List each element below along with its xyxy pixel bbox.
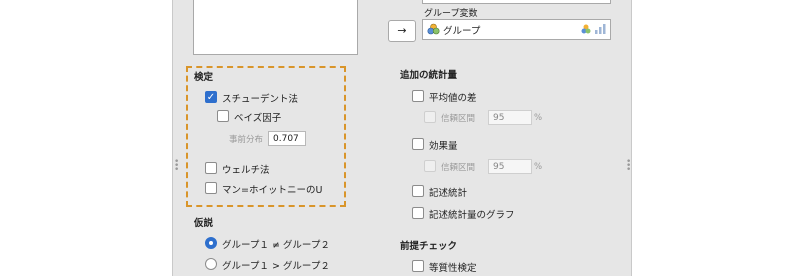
effect-size-ci-checkbox[interactable] [424,160,436,172]
effect-size-checkbox[interactable] [412,138,424,150]
test-heading: 検定 [194,72,214,83]
hypothesis-not-equal-radio[interactable] [205,237,217,249]
variables-list[interactable] [193,0,358,55]
homogeneity-checkbox[interactable] [412,260,424,272]
prior-input[interactable]: 0.707 [268,131,306,146]
hypothesis-heading: 仮説 [194,218,214,229]
bayes-checkbox[interactable] [217,110,229,122]
effect-size-label: 効果量 [429,141,458,152]
dependent-variables-field[interactable] [422,0,611,4]
mean-diff-ci-label: 信頼区間 [441,114,476,124]
measure-type-icon [581,23,607,38]
prior-label: 事前分布 [229,135,264,145]
mean-diff-ci-percent: % [534,113,543,123]
descriptives-checkbox[interactable] [412,185,424,197]
welch-checkbox[interactable] [205,162,217,174]
group-variable-value: グループ [443,26,481,37]
assumption-checks-heading: 前提チェック [400,241,458,252]
effect-size-ci-percent: % [534,162,543,172]
mann-whitney-checkbox[interactable] [205,182,217,194]
bayes-label: ベイズ因子 [234,113,282,124]
homogeneity-label: 等質性検定 [429,263,477,274]
effect-size-ci-label: 信頼区間 [441,163,476,173]
right-resize-grip[interactable]: • • • [626,158,631,175]
hypothesis-not-equal-label: グループ１ ≠ グループ２ [222,240,330,251]
hypothesis-greater-label: グループ１ > グループ２ [222,261,330,272]
welch-label: ウェルチ法 [222,165,270,176]
student-checkbox[interactable]: ✓ [205,91,217,103]
mean-diff-ci-checkbox[interactable] [424,111,436,123]
mean-diff-ci-input[interactable]: 95 [488,110,532,125]
effect-size-ci-input[interactable]: 95 [488,159,532,174]
student-label: スチューデント法 [222,94,299,105]
mean-diff-label: 平均値の差 [429,93,477,104]
additional-stats-heading: 追加の統計量 [400,70,458,81]
descriptives-plot-label: 記述統計量のグラフ [429,210,515,221]
left-resize-grip[interactable]: • • • [174,158,179,175]
group-variable-label: グループ変数 [424,9,478,19]
nominal-variable-icon [427,23,440,38]
group-variable-field[interactable]: グループ [422,19,611,40]
descriptives-plot-checkbox[interactable] [412,207,424,219]
move-variable-button[interactable]: → [388,20,416,42]
mann-whitney-label: マン=ホイットニーのU [222,185,323,196]
hypothesis-greater-radio[interactable] [205,258,217,270]
mean-diff-checkbox[interactable] [412,90,424,102]
descriptives-label: 記述統計 [429,188,468,199]
